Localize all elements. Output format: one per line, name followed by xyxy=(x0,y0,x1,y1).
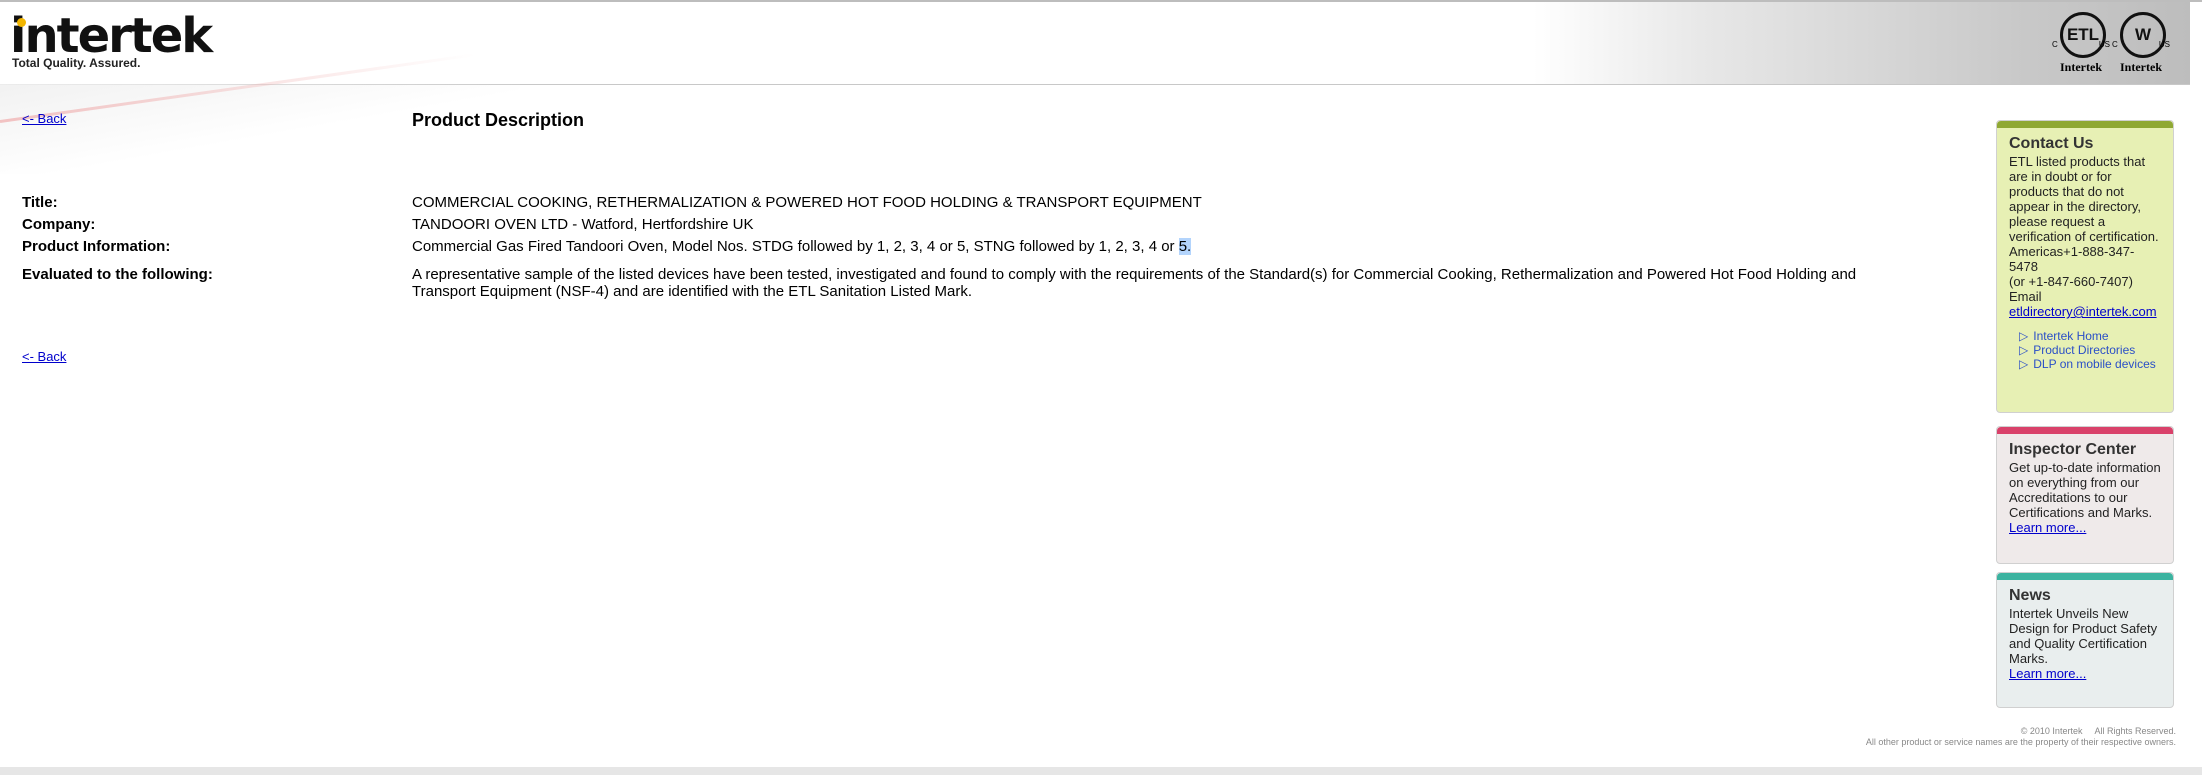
contact-email-link[interactable]: etldirectory@intertek.com xyxy=(2009,304,2157,319)
triangle-right-icon: ▷ xyxy=(2019,329,2029,343)
back-link-bottom[interactable]: <- Back xyxy=(22,349,66,364)
contact-accent-bar xyxy=(1997,121,2173,128)
copyright: © 2010 Intertek All Rights Reserved. xyxy=(2020,726,2176,736)
dlp-mobile-link[interactable]: DLP on mobile devices xyxy=(2033,357,2156,371)
mark-c: C xyxy=(2052,40,2058,49)
mark-label: Intertek xyxy=(2060,60,2102,74)
product-directories-link[interactable]: Product Directories xyxy=(2033,343,2135,357)
product-info-value: Commercial Gas Fired Tandoori Oven, Mode… xyxy=(412,238,1192,255)
mark-us: US xyxy=(2158,40,2170,49)
mark-label: Intertek xyxy=(2120,60,2162,74)
title-value: COMMERCIAL COOKING, RETHERMALIZATION & P… xyxy=(412,194,1202,211)
footer: © 2010 Intertek All Rights Reserved. All… xyxy=(1866,726,2176,748)
sanitation-mark-icon: C W US Intertek xyxy=(2112,12,2170,78)
site-header: intertek Total Quality. Assured. C ETL U… xyxy=(0,2,2190,85)
contact-us-box: Contact Us ETL listed products that are … xyxy=(1996,120,2174,413)
logo-dot xyxy=(17,18,26,27)
selected-text: 5. xyxy=(1178,238,1192,255)
product-info-label: Product Information: xyxy=(22,238,171,255)
triangle-right-icon: ▷ xyxy=(2019,343,2029,357)
inspector-body-text: Get up-to-date information on everything… xyxy=(2009,460,2161,520)
contact-heading: Contact Us xyxy=(2009,135,2094,152)
contact-email-label: Email xyxy=(2009,289,2042,304)
sanitation-circle: W xyxy=(2120,12,2166,58)
back-link-top[interactable]: <- Back xyxy=(22,111,66,126)
news-learn-more-link[interactable]: Learn more... xyxy=(2009,666,2086,681)
news-body: Intertek Unveils New Design for Product … xyxy=(2009,606,2158,666)
quick-links: ▷ Intertek Home ▷ Product Directories ▷ DLP… xyxy=(2009,329,2163,371)
news-box: News Intertek Unveils New Design for Pro… xyxy=(1996,572,2174,708)
news-heading: News xyxy=(2009,587,2051,604)
inspector-accent-bar xyxy=(1997,427,2173,434)
etl-mark-icon: C ETL US Intertek xyxy=(2052,12,2110,78)
evaluated-value: A representative sample of the listed de… xyxy=(412,266,1857,300)
inspector-heading: Inspector Center xyxy=(2009,441,2137,458)
company-value: TANDOORI OVEN LTD - Watford, Hertfordshi… xyxy=(412,216,754,233)
mark-us: US xyxy=(2098,40,2110,49)
contact-americas: Americas+1-888-347-5478 xyxy=(2009,244,2135,274)
evaluated-label: Evaluated to the following: xyxy=(22,266,213,283)
mark-c: C xyxy=(2112,40,2118,49)
page-title: Product Description xyxy=(412,110,585,130)
tagline: Total Quality. Assured. xyxy=(12,56,141,70)
news-accent-bar xyxy=(1997,573,2173,580)
product-info-text: Commercial Gas Fired Tandoori Oven, Mode… xyxy=(412,238,1179,255)
intertek-home-link[interactable]: Intertek Home xyxy=(2033,329,2108,343)
bottom-border xyxy=(0,767,2202,775)
etl-circle: ETL xyxy=(2060,12,2106,58)
triangle-right-icon: ▷ xyxy=(2019,357,2029,371)
title-label: Title: xyxy=(22,194,58,211)
contact-body: ETL listed products that are in doubt or… xyxy=(2009,154,2159,244)
company-label: Company: xyxy=(22,216,96,233)
inspector-body: Get up-to-date information on everything… xyxy=(2009,460,2163,535)
inspector-center-box: Inspector Center Get up-to-date informat… xyxy=(1996,426,2174,564)
inspector-learn-more-link[interactable]: Learn more... xyxy=(2009,520,2086,535)
contact-alt-phone: (or +1-847-660-7407) xyxy=(2009,274,2133,289)
trademark-notice: All other product or service names are t… xyxy=(1865,737,2176,747)
